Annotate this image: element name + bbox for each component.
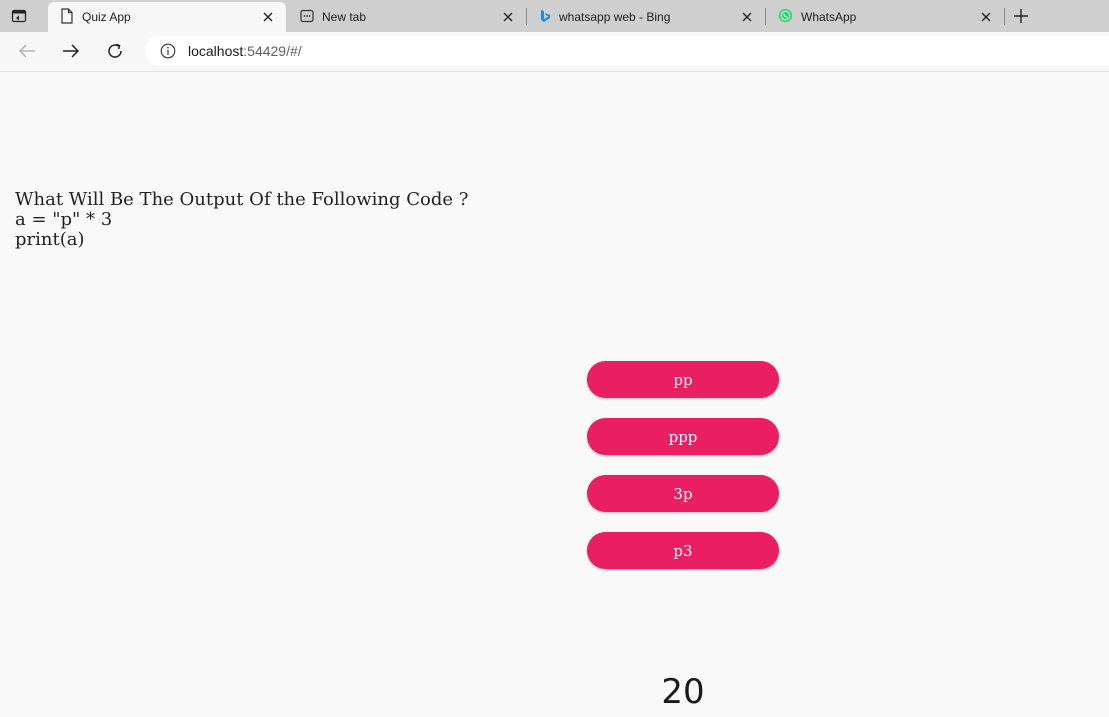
refresh-icon	[108, 43, 122, 58]
tab-title: New tab	[322, 10, 367, 24]
tab-divider	[1004, 8, 1005, 25]
countdown-timer: 20	[661, 672, 705, 712]
answer-button-4[interactable]: p3	[587, 532, 779, 569]
back-button[interactable]	[17, 41, 37, 61]
refresh-button[interactable]	[105, 41, 125, 61]
tab-title: WhatsApp	[801, 10, 857, 24]
arrow-right-icon	[63, 44, 80, 58]
tab-actions-icon[interactable]	[10, 7, 28, 25]
tab-strip: Quiz App New tab whatsapp web - Bing Wha…	[0, 0, 1109, 32]
forward-button[interactable]	[61, 41, 81, 61]
close-icon[interactable]	[500, 9, 516, 25]
whatsapp-icon	[778, 8, 793, 26]
bing-icon	[539, 9, 551, 26]
tab-title: whatsapp web - Bing	[559, 10, 671, 24]
tab-new-tab[interactable]: New tab	[288, 2, 526, 32]
answer-button-3[interactable]: 3p	[587, 475, 779, 512]
plus-icon	[1014, 9, 1028, 23]
answer-list: pp ppp 3p p3	[587, 361, 779, 589]
tab-title: Quiz App	[82, 10, 131, 24]
close-icon[interactable]	[739, 9, 755, 25]
tab-whatsapp[interactable]: WhatsApp	[766, 2, 1004, 32]
url-path: :54429/#/	[243, 43, 302, 59]
question-text: What Will Be The Output Of the Following…	[15, 189, 469, 250]
tab-quiz-app[interactable]: Quiz App	[48, 2, 286, 32]
url-host: localhost	[188, 43, 244, 59]
new-tab-icon	[300, 9, 314, 26]
answer-button-1[interactable]: pp	[587, 361, 779, 398]
info-icon[interactable]	[159, 42, 177, 60]
arrow-left-icon	[18, 44, 35, 58]
close-icon[interactable]	[260, 9, 276, 25]
answer-button-2[interactable]: ppp	[587, 418, 779, 455]
page-icon	[60, 7, 74, 27]
close-icon[interactable]	[978, 9, 994, 25]
address-bar[interactable]: localhost:54429/#/	[145, 36, 1109, 66]
tab-bing[interactable]: whatsapp web - Bing	[527, 2, 765, 32]
new-tab-button[interactable]	[1011, 6, 1031, 26]
browser-toolbar: localhost:54429/#/	[0, 32, 1109, 72]
address-url: localhost:54429/#/	[188, 43, 302, 59]
